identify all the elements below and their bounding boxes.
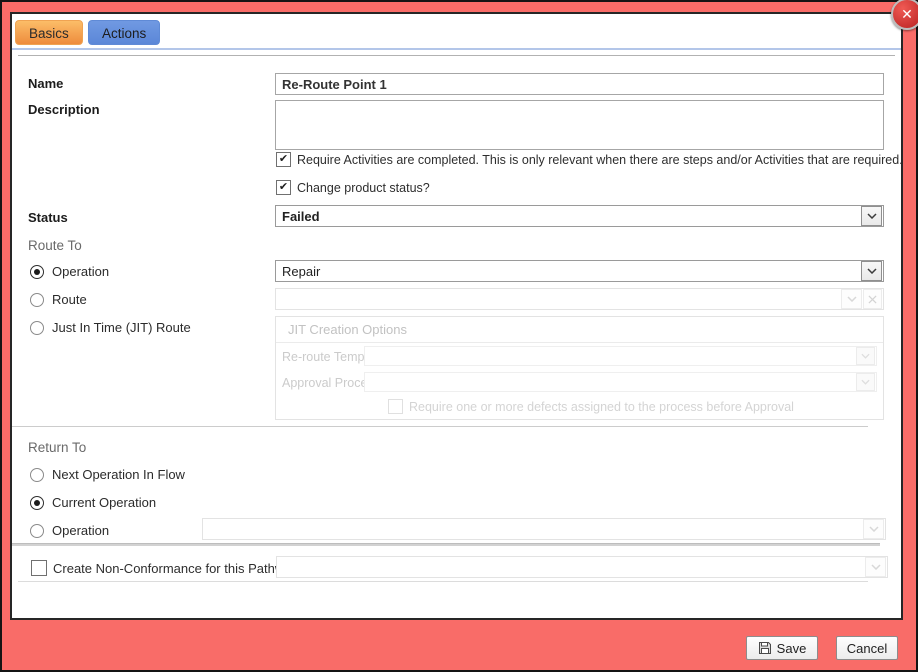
route-to-route-radio[interactable] — [30, 293, 44, 307]
chevron-down-icon[interactable] — [861, 261, 882, 281]
route-to-operation-label: Operation — [52, 264, 109, 279]
reroute-template-select — [364, 346, 877, 366]
jit-creation-options-panel: JIT Creation Options Re-route Template: … — [275, 316, 884, 420]
divider — [12, 543, 880, 546]
return-to-current-row: Current Operation — [30, 495, 156, 510]
require-defects-label: Require one or more defects assigned to … — [409, 400, 794, 414]
check-icon: ✔ — [279, 182, 288, 193]
description-label: Description — [28, 102, 100, 117]
return-to-next-row: Next Operation In Flow — [30, 467, 185, 482]
check-icon: ✔ — [279, 154, 288, 165]
change-status-checkbox[interactable]: ✔ — [276, 180, 291, 195]
return-to-operation-select — [202, 518, 886, 540]
divider — [18, 581, 868, 582]
change-status-label: Change product status? — [297, 181, 430, 195]
route-to-jit-row: Just In Time (JIT) Route — [30, 320, 191, 335]
route-to-operation-value: Repair — [276, 264, 861, 279]
route-to-operation-row: Operation — [30, 264, 109, 279]
route-to-operation-select[interactable]: Repair — [275, 260, 884, 282]
require-defects-row: ✔ Require one or more defects assigned t… — [388, 399, 794, 414]
status-label: Status — [28, 210, 68, 225]
chevron-down-icon — [863, 519, 884, 539]
clear-icon — [863, 289, 882, 309]
chevron-down-icon — [841, 289, 862, 309]
return-to-current-radio[interactable] — [30, 496, 44, 510]
chevron-down-icon — [865, 557, 886, 577]
route-to-label: Route To — [28, 238, 82, 253]
return-to-operation-radio[interactable] — [30, 524, 44, 538]
close-icon: ✕ — [901, 7, 913, 21]
save-icon — [758, 641, 772, 655]
chevron-down-icon[interactable] — [861, 206, 882, 226]
save-button[interactable]: Save — [746, 636, 818, 660]
tab-actions[interactable]: Actions — [88, 20, 160, 45]
chevron-down-icon — [856, 347, 875, 365]
non-conformance-select — [276, 556, 888, 578]
tab-bar: Basics Actions — [12, 14, 901, 50]
cancel-button-label: Cancel — [847, 641, 887, 656]
return-to-label: Return To — [28, 440, 86, 455]
chevron-down-icon — [856, 373, 875, 391]
status-value: Failed — [276, 209, 861, 224]
require-activities-label: Require Activities are completed. This i… — [297, 153, 903, 167]
non-conformance-checkbox[interactable]: ✔ — [31, 560, 47, 576]
divider — [18, 55, 895, 56]
jit-panel-header: JIT Creation Options — [276, 317, 883, 343]
name-label: Name — [28, 76, 63, 91]
non-conformance-label: Create Non-Conformance for this Pathway — [53, 561, 298, 576]
require-defects-checkbox: ✔ — [388, 399, 403, 414]
non-conformance-row: ✔ Create Non-Conformance for this Pathwa… — [31, 560, 298, 576]
require-activities-row: ✔ Require Activities are completed. This… — [276, 152, 903, 167]
status-select[interactable]: Failed — [275, 205, 884, 227]
return-to-next-radio[interactable] — [30, 468, 44, 482]
route-to-route-row: Route — [30, 292, 87, 307]
cancel-button[interactable]: Cancel — [836, 636, 898, 660]
require-activities-checkbox[interactable]: ✔ — [276, 152, 291, 167]
return-to-operation-label: Operation — [52, 523, 109, 538]
approval-process-select — [364, 372, 877, 392]
description-textarea[interactable] — [275, 100, 884, 150]
route-to-operation-radio[interactable] — [30, 265, 44, 279]
divider — [12, 426, 868, 427]
return-to-next-label: Next Operation In Flow — [52, 467, 185, 482]
return-to-current-label: Current Operation — [52, 495, 156, 510]
tab-basics[interactable]: Basics — [15, 20, 83, 45]
route-to-route-select — [275, 288, 884, 310]
return-to-operation-row: Operation — [30, 523, 109, 538]
dialog-panel: Basics Actions Name Description ✔ Requir… — [10, 12, 903, 620]
route-to-jit-radio[interactable] — [30, 321, 44, 335]
close-button[interactable]: ✕ — [891, 0, 918, 30]
route-to-route-label: Route — [52, 292, 87, 307]
route-to-jit-label: Just In Time (JIT) Route — [52, 320, 191, 335]
save-button-label: Save — [777, 641, 807, 656]
dialog-frame: ✕ Basics Actions Name Description ✔ Requ… — [2, 2, 916, 670]
name-input[interactable] — [275, 73, 884, 95]
change-status-row: ✔ Change product status? — [276, 180, 430, 195]
